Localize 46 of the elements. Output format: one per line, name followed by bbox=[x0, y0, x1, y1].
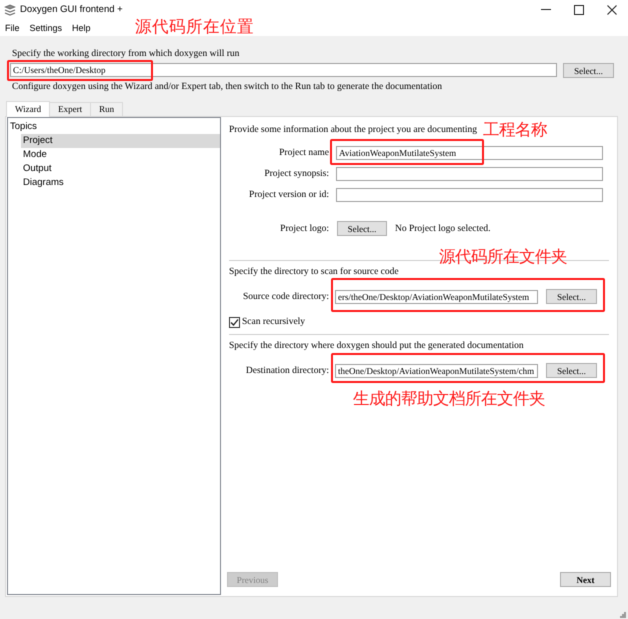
layers-icon bbox=[4, 4, 16, 16]
select-button[interactable]: Select... bbox=[337, 221, 387, 236]
tab[interactable]: Wizard bbox=[6, 101, 50, 117]
field-label: Specify the working directory from which doxygen will run bbox=[12, 48, 240, 60]
close-icon[interactable] bbox=[607, 4, 617, 14]
select-button[interactable]: Select... bbox=[563, 63, 614, 78]
section-heading: Specify the directory to scan for source code bbox=[229, 266, 399, 278]
input-field[interactable] bbox=[336, 167, 603, 181]
size-grip-icon[interactable] bbox=[620, 612, 626, 618]
nav-button[interactable]: Next bbox=[560, 572, 611, 587]
input-field[interactable]: ers/theOne/Desktop/AviationWeaponMutilateSystem bbox=[335, 290, 538, 304]
window-title: Doxygen GUI frontend + bbox=[20, 4, 123, 16]
select-button[interactable]: Select... bbox=[546, 289, 597, 304]
menu-item[interactable]: File bbox=[5, 22, 20, 34]
section-heading: Specify the directory where doxygen should put the generated documentation bbox=[229, 340, 524, 352]
annotation-label: 源代码所在文件夹 bbox=[439, 247, 567, 267]
checkbox[interactable] bbox=[229, 316, 240, 328]
field-label: Project logo: bbox=[279, 222, 329, 234]
annotation-label: 工程名称 bbox=[483, 120, 547, 140]
field-label: Project version or id: bbox=[248, 189, 329, 201]
field-label: Project synopsis: bbox=[263, 168, 329, 180]
annotation-label: 生成的帮助文档所在文件夹 bbox=[353, 389, 545, 409]
annotation-label: 源代码所在位置 bbox=[135, 17, 254, 37]
field-label: Source code directory: bbox=[242, 290, 329, 302]
tree-item[interactable]: Mode bbox=[21, 148, 220, 162]
input-field[interactable] bbox=[336, 188, 603, 202]
intro-text: Provide some information about the project you are documenting bbox=[229, 124, 477, 136]
maximize-icon[interactable] bbox=[574, 4, 584, 14]
select-button[interactable]: Select... bbox=[546, 363, 597, 378]
field-label: Destination directory: bbox=[244, 364, 329, 376]
checkbox-label: Scan recursively bbox=[242, 316, 306, 328]
field-label: Project name bbox=[278, 147, 329, 159]
check-icon bbox=[230, 318, 239, 326]
tree-item[interactable]: Diagrams bbox=[21, 176, 220, 190]
menu-item[interactable]: Settings bbox=[30, 22, 62, 34]
tree-item[interactable]: Topics bbox=[8, 120, 220, 134]
input-field[interactable]: AviationWeaponMutilateSystem bbox=[336, 146, 603, 160]
tree-item[interactable]: Project bbox=[21, 134, 220, 148]
status-text: No Project logo selected. bbox=[395, 222, 491, 234]
tab[interactable]: Expert bbox=[49, 102, 92, 116]
menu-item[interactable]: Help bbox=[72, 22, 91, 34]
input-field[interactable]: theOne/Desktop/AviationWeaponMutilateSystem/chm bbox=[335, 364, 538, 378]
tab[interactable]: Run bbox=[90, 102, 124, 116]
tree-item[interactable]: Output bbox=[21, 162, 220, 176]
input-field[interactable]: C:/Users/theOne/Desktop bbox=[10, 63, 557, 77]
hint-text: Configure doxygen using the Wizard and/or Expert tab, then switch to the Run tab to generate the documentation bbox=[12, 81, 442, 93]
